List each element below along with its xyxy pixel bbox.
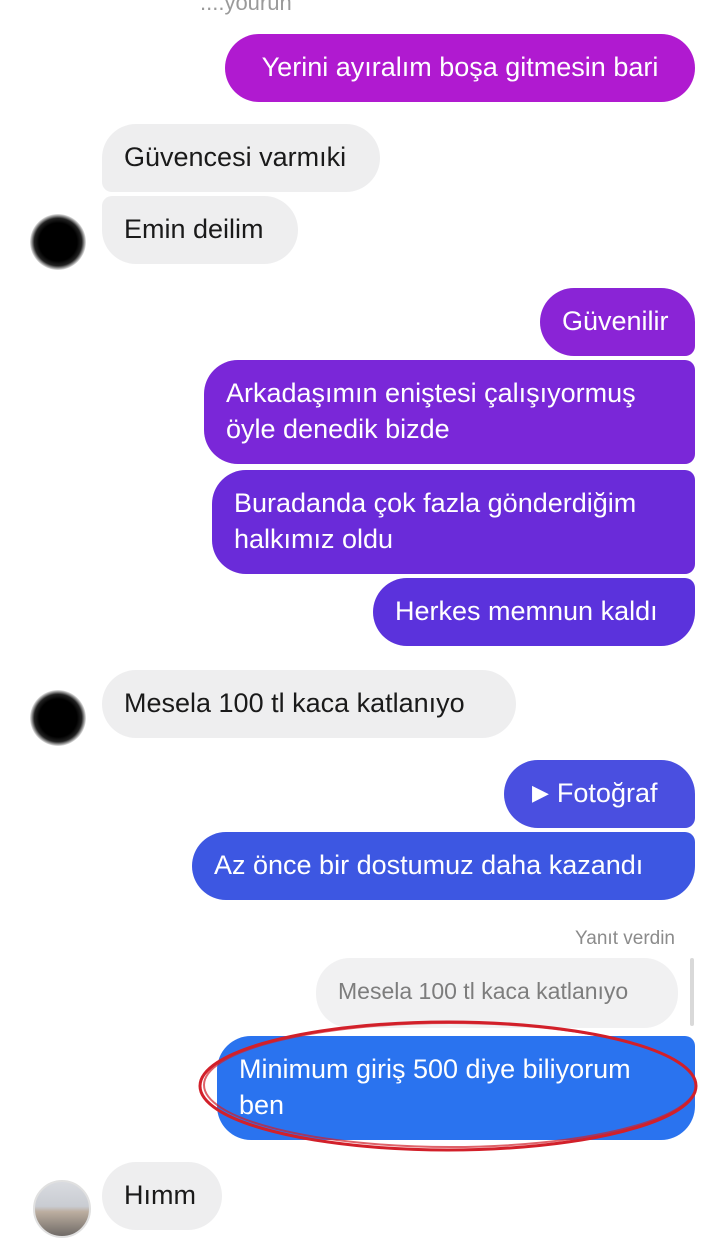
message-incoming[interactable]: Güvencesi varmıki bbox=[102, 124, 380, 192]
message-text: Fotoğraf bbox=[556, 778, 658, 808]
message-outgoing[interactable]: Herkes memnun kaldı bbox=[373, 578, 695, 646]
contact-avatar[interactable] bbox=[33, 1180, 91, 1238]
message-incoming[interactable]: Mesela 100 tl kaca katlanıyo bbox=[102, 670, 516, 738]
message-text-line: ben bbox=[239, 1090, 285, 1120]
message-text-line: öyle denedik bizde bbox=[226, 414, 450, 444]
message-outgoing[interactable]: Güvenilir bbox=[540, 288, 695, 356]
message-text: Mesela 100 tl kaca katlanıyo bbox=[124, 688, 465, 718]
message-outgoing[interactable]: Az önce bir dostumuz daha kazandı bbox=[192, 832, 695, 900]
message-outgoing[interactable]: Arkadaşımın eniştesi çalışıyormuş öyle d… bbox=[204, 360, 695, 464]
message-text: Yerini ayıralım boşa gitmesin bari bbox=[261, 52, 659, 82]
message-outgoing[interactable]: Buradanda çok fazla gönderdiğim halkımız… bbox=[212, 470, 695, 574]
message-text: Hımm bbox=[124, 1180, 196, 1210]
message-text-line: Arkadaşımın eniştesi çalışıyormuş bbox=[226, 378, 636, 408]
message-text-line: Minimum giriş 500 diye biliyorum bbox=[239, 1054, 631, 1084]
photo-message[interactable]: ▶ Fotoğraf bbox=[504, 760, 695, 828]
contact-avatar[interactable] bbox=[30, 690, 86, 746]
message-text: Emin deilim bbox=[124, 214, 264, 244]
message-incoming[interactable]: Hımm bbox=[102, 1162, 222, 1230]
reply-label: Yanıt verdin bbox=[575, 928, 675, 949]
message-text: Herkes memnun kaldı bbox=[395, 596, 658, 626]
reply-indicator-bar bbox=[690, 958, 694, 1026]
contact-avatar[interactable] bbox=[30, 214, 86, 270]
truncated-status-text: ....yourun bbox=[200, 0, 292, 15]
message-text-line: Buradanda çok fazla gönderdiğim bbox=[234, 488, 637, 518]
message-text-line: halkımız oldu bbox=[234, 524, 394, 554]
message-text: Güvenilir bbox=[562, 306, 669, 336]
message-outgoing[interactable]: Minimum giriş 500 diye biliyorum ben bbox=[217, 1036, 695, 1140]
message-outgoing[interactable]: Yerini ayıralım boşa gitmesin bari bbox=[225, 34, 695, 102]
message-incoming[interactable]: Emin deilim bbox=[102, 196, 298, 264]
message-text: Az önce bir dostumuz daha kazandı bbox=[214, 850, 644, 880]
quoted-message-text: Mesela 100 tl kaca katlanıyo bbox=[338, 978, 629, 1004]
message-text: Güvencesi varmıki bbox=[124, 142, 347, 172]
play-icon: ▶ bbox=[532, 780, 549, 805]
quoted-message[interactable]: Mesela 100 tl kaca katlanıyo bbox=[316, 958, 678, 1028]
